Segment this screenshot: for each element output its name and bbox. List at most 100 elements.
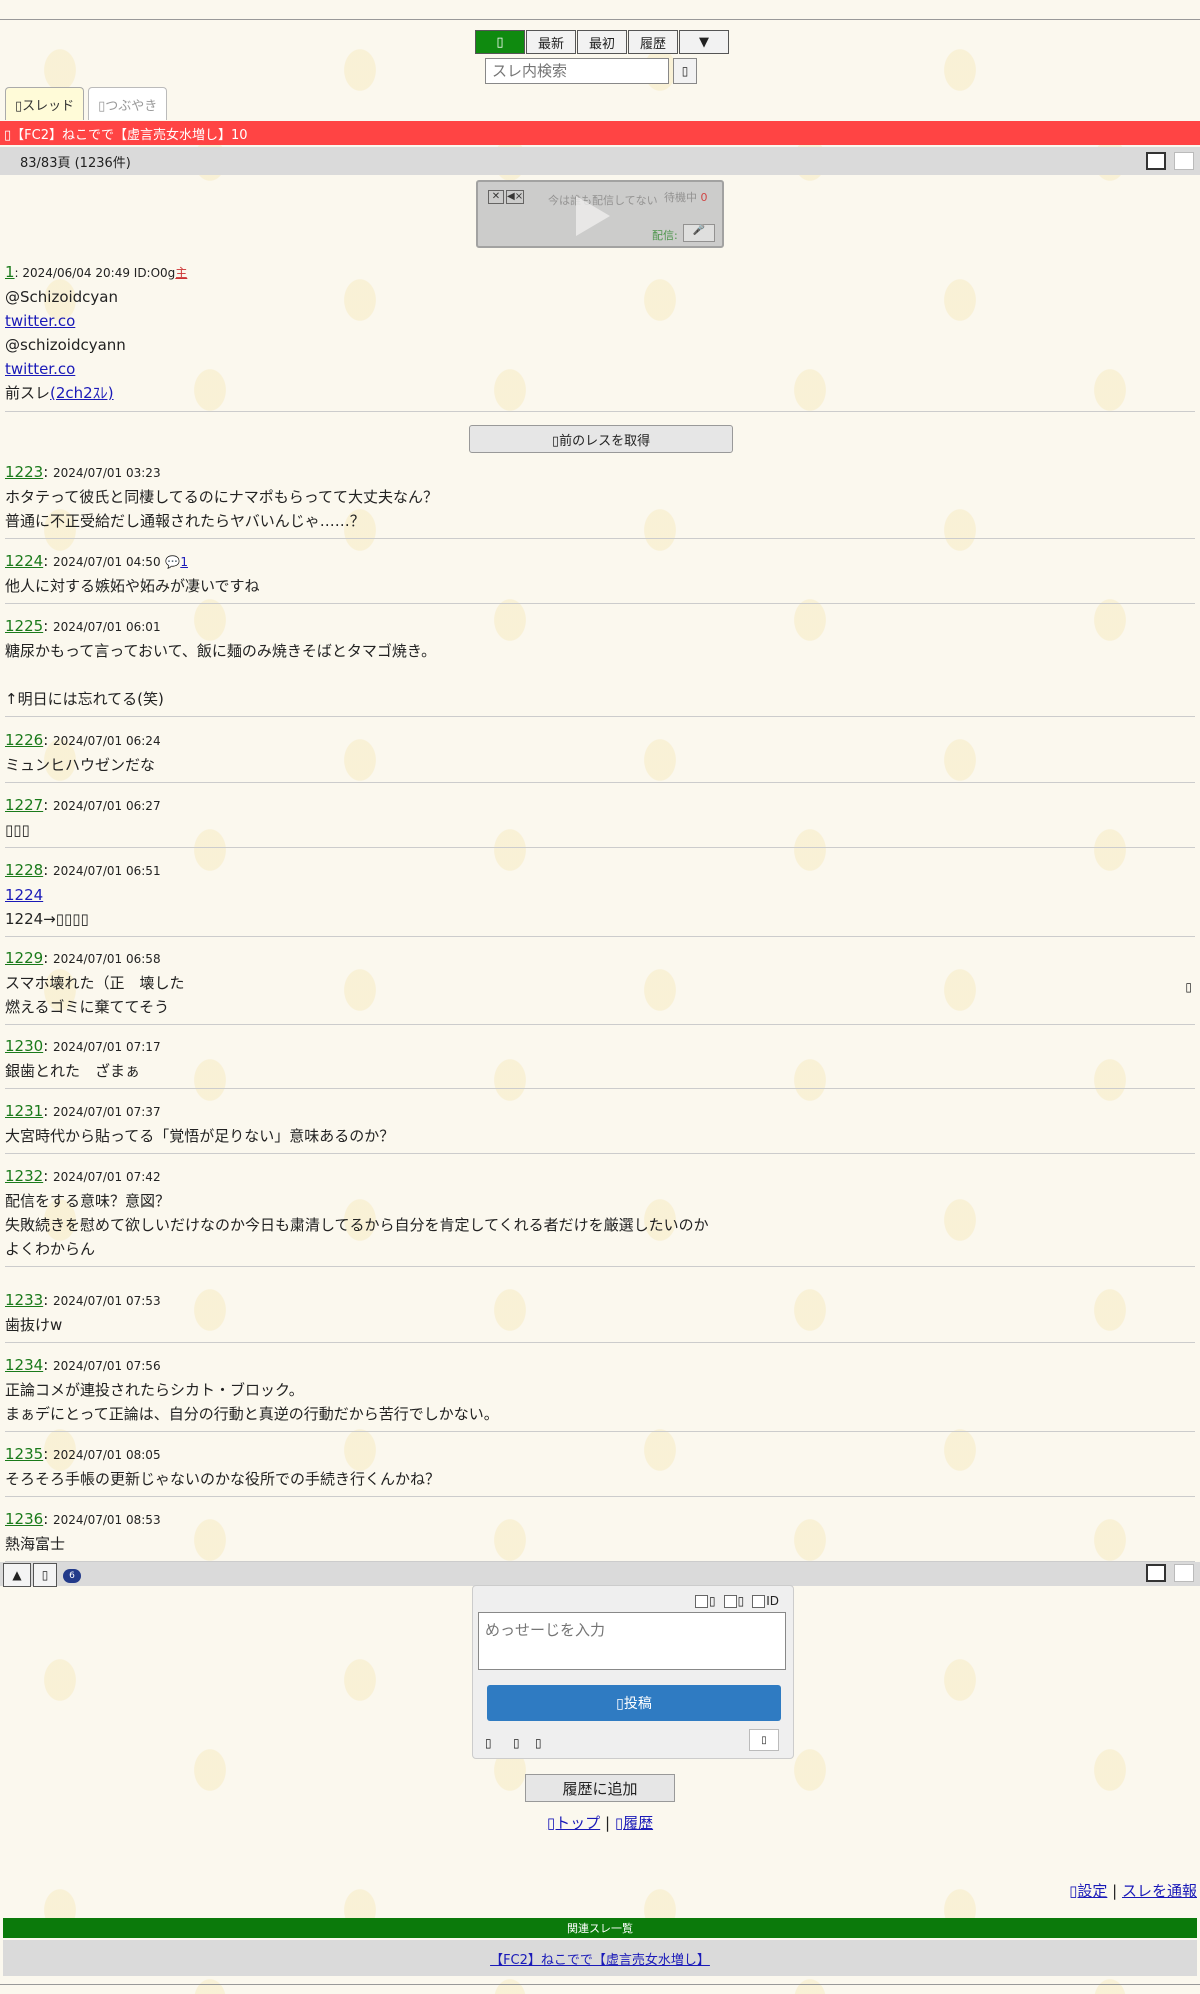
divider: [5, 936, 1195, 937]
post-line: [5, 663, 436, 687]
microphone-icon[interactable]: 🎤: [683, 224, 715, 242]
side-scroll-icon[interactable]: ▯: [1185, 980, 1192, 994]
checkbox[interactable]: [695, 1595, 708, 1608]
top-link[interactable]: ▯トップ: [547, 1814, 600, 1832]
view-toggle-button-bottom[interactable]: [1146, 1564, 1166, 1582]
first-button[interactable]: 最初: [577, 30, 627, 54]
post-date: 2024/07/01 07:42: [53, 1170, 161, 1184]
post-number[interactable]: 1232: [5, 1167, 43, 1185]
post-line: 糖尿かもって言っておいて、飯に麺のみ焼きそばとタマゴ焼き。: [5, 642, 437, 660]
post-line: ホタテって彼氏と同棲してるのにナマポもらってて大丈夫なん？: [5, 488, 439, 506]
message-input[interactable]: [478, 1612, 786, 1670]
option-id[interactable]: ID: [752, 1594, 779, 1608]
reply-count[interactable]: 1: [180, 555, 188, 569]
related-thread-link[interactable]: 【FC2】ねこでで【虚言売女水増し】: [490, 1949, 710, 1968]
post-number[interactable]: 1223: [5, 463, 43, 481]
post-date: 2024/07/01 08:05: [53, 1448, 161, 1462]
post-date: 2024/07/01 04:50: [53, 555, 161, 569]
scroll-top-button[interactable]: ▲: [3, 1563, 31, 1587]
divider: [5, 1496, 1195, 1497]
checkbox[interactable]: [752, 1595, 766, 1608]
form-tool-icon[interactable]: ▯: [535, 1736, 542, 1750]
load-previous-button[interactable]: ▯前のレスを取得: [469, 425, 733, 453]
play-icon[interactable]: [576, 196, 610, 236]
post-number[interactable]: 1234: [5, 1356, 43, 1374]
link-separator: |: [604, 1814, 611, 1832]
menu-dropdown-button[interactable]: ▼: [679, 30, 729, 54]
close-icon[interactable]: ✕: [488, 190, 504, 204]
post: 1225: 2024/07/01 06:01 糖尿かもって言っておいて、飯に麺のみ…: [5, 614, 436, 711]
divider: [5, 1266, 1195, 1267]
post-number[interactable]: 1235: [5, 1445, 43, 1463]
post-number[interactable]: 1225: [5, 617, 43, 635]
form-tool-icon[interactable]: ▯: [485, 1736, 492, 1750]
prev-thread-link[interactable]: (2ch2ｽﾚ): [50, 384, 114, 402]
report-link[interactable]: スレを通報: [1122, 1882, 1197, 1900]
notification-badge[interactable]: 6: [63, 1569, 81, 1583]
post-number[interactable]: 1226: [5, 731, 43, 749]
top-divider: [0, 19, 1200, 20]
bottom-action-button[interactable]: ▯: [33, 1563, 57, 1587]
search-button[interactable]: ▯: [673, 58, 697, 84]
post-line: 1224→▯▯▯▯: [5, 910, 89, 928]
history-button[interactable]: 履歴: [628, 30, 678, 54]
post-line: そろそろ手帳の更新じゃないのかな役所での手続き行くんかね？: [5, 1470, 441, 1488]
post: 1226: 2024/07/01 06:24 ミュンヒハウゼンだな: [5, 728, 161, 777]
post: 1234: 2024/07/01 07:56 正論コメが連投されたらシカト・ブロッ…: [5, 1353, 499, 1426]
divider: [5, 1088, 1195, 1089]
home-button[interactable]: ▯: [475, 30, 525, 54]
post-date: 2024/07/01 06:24: [53, 734, 161, 748]
footer-divider: [0, 1984, 1200, 1985]
mute-icon[interactable]: ◀×: [506, 190, 524, 204]
post-number[interactable]: 1228: [5, 861, 43, 879]
settings-link[interactable]: ▯設定: [1069, 1882, 1107, 1900]
tab-thread[interactable]: ▯スレッド: [5, 87, 85, 120]
post-number[interactable]: 1227: [5, 796, 43, 814]
post-line: @Schizoidcyan: [5, 288, 119, 306]
option-1[interactable]: ▯: [695, 1594, 716, 1608]
search-input[interactable]: [485, 58, 669, 84]
tab-tweets[interactable]: ▯つぶやき: [88, 87, 168, 120]
history-link[interactable]: ▯履歴: [615, 1814, 653, 1832]
post: 1236: 2024/07/01 08:53 熱海富士: [5, 1507, 161, 1556]
owner-mark[interactable]: 主: [175, 266, 187, 280]
form-tool-icon[interactable]: ▯: [513, 1736, 520, 1750]
op-post: 1: 2024/06/04 20:49 ID:O0g主 @Schizoidcya…: [5, 260, 187, 405]
post-number[interactable]: 1230: [5, 1037, 43, 1055]
reply-anchor-link[interactable]: 1224: [5, 886, 43, 904]
form-small-button[interactable]: ▯: [749, 1729, 779, 1751]
post-line: ↑明日には忘れてる(笑): [5, 690, 164, 708]
post-line: よくわからん: [5, 1240, 96, 1258]
external-link[interactable]: twitter.co: [5, 360, 75, 378]
post-number[interactable]: 1229: [5, 949, 43, 967]
submit-post-button[interactable]: ▯投稿: [487, 1685, 781, 1721]
checkbox[interactable]: [723, 1595, 737, 1608]
post-number[interactable]: 1: [5, 263, 15, 281]
post-line: 普通に不正受給だし通報されたらヤバいんじゃ……？: [5, 512, 365, 530]
divider: [5, 1342, 1195, 1343]
latest-button[interactable]: 最新: [526, 30, 576, 54]
link-separator: |: [1112, 1882, 1118, 1900]
option-2[interactable]: ▯: [723, 1594, 744, 1608]
post-line: 他人に対する嫉妬や妬みが凄いですね: [5, 577, 260, 595]
view-toggle-button[interactable]: [1146, 152, 1166, 170]
post: 1233: 2024/07/01 07:53 歯抜けw: [5, 1288, 161, 1337]
post-line: @schizoidcyann: [5, 336, 126, 354]
post-date: 2024/07/01 08:53: [53, 1513, 161, 1527]
top-nav: ▯ 最新 最初 履歴 ▼: [475, 30, 730, 54]
post-number[interactable]: 1233: [5, 1291, 43, 1309]
post: 1235: 2024/07/01 08:05 そろそろ手帳の更新じゃないのかな役所…: [5, 1442, 440, 1491]
view-toggle-button-bottom-alt[interactable]: [1174, 1564, 1194, 1582]
post-line: 配信をする意味？意図？: [5, 1192, 171, 1210]
divider: [5, 1431, 1195, 1432]
add-history-button[interactable]: 履歴に追加: [525, 1774, 675, 1802]
post-number[interactable]: 1231: [5, 1102, 43, 1120]
thread-title: ▯【FC2】ねこでで【虚言売女水増し】10: [0, 121, 1200, 145]
external-link[interactable]: twitter.co: [5, 312, 75, 330]
post-number[interactable]: 1224: [5, 552, 43, 570]
post-line: ミュンヒハウゼンだな: [5, 756, 156, 774]
post-date: 2024/07/01 07:37: [53, 1105, 161, 1119]
post-number[interactable]: 1236: [5, 1510, 43, 1528]
view-toggle-button-alt[interactable]: [1174, 152, 1194, 170]
post-line: 失敗続きを慰めて欲しいだけなのか今日も粛清してるから自分を肯定してくれる者だけを…: [5, 1216, 709, 1234]
